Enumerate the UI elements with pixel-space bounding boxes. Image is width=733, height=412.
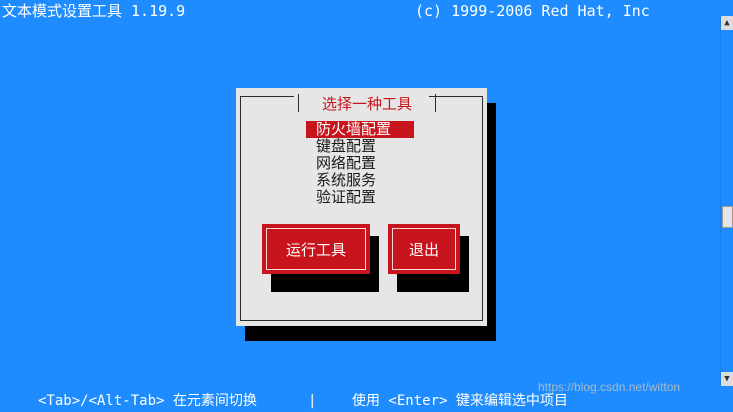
scroll-down-arrow-icon[interactable]: ▼ — [721, 372, 733, 386]
tab-navigation-hint: <Tab>/<Alt-Tab> 在元素间切换 — [38, 393, 257, 409]
tool-list[interactable]: 防火墙配置 键盘配置 网络配置 系统服务 验证配置 — [306, 121, 416, 206]
list-item-services[interactable]: 系统服务 — [316, 172, 416, 189]
status-separator: | — [308, 393, 317, 409]
enter-edit-hint: 使用 <Enter> 键来编辑选中项目 — [352, 393, 568, 409]
list-item-keyboard[interactable]: 键盘配置 — [316, 138, 416, 155]
run-tool-button-label: 运行工具 — [285, 240, 346, 259]
list-item-firewall[interactable]: 防火墙配置 — [306, 121, 414, 138]
dialog-title-box: 选择一种工具 — [298, 94, 436, 113]
copyright-text: (c) 1999-2006 Red Hat, Inc — [415, 2, 650, 20]
list-item-auth[interactable]: 验证配置 — [316, 189, 416, 206]
list-item-network[interactable]: 网络配置 — [316, 155, 416, 172]
scroll-thumb[interactable] — [722, 206, 733, 228]
quit-button-label: 退出 — [408, 240, 439, 259]
scroll-up-arrow-icon[interactable]: ▲ — [721, 16, 733, 30]
vertical-scrollbar[interactable]: ▲ ▼ — [720, 16, 733, 386]
watermark-text: https://blog.csdn.net/witton — [538, 380, 681, 394]
dialog-title: 选择一种工具 — [321, 95, 412, 113]
quit-button[interactable]: 退出 — [388, 224, 460, 274]
top-bar: 文本模式设置工具 1.19.9 (c) 1999-2006 Red Hat, I… — [0, 0, 733, 22]
app-title: 文本模式设置工具 1.19.9 — [2, 2, 186, 20]
run-tool-button[interactable]: 运行工具 — [262, 224, 370, 274]
